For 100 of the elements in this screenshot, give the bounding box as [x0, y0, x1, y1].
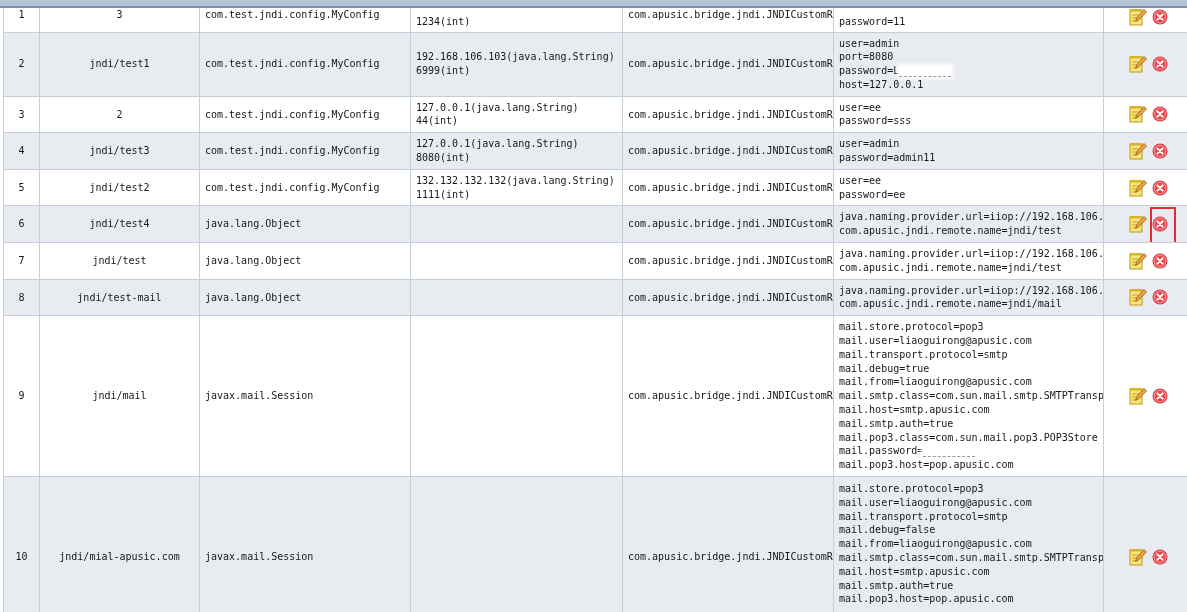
name-cell: jndi/test2	[39, 169, 200, 206]
property-line: mail.smtp.auth=true	[839, 417, 954, 429]
class-cell: java.lang.Object	[199, 242, 411, 280]
factory-cell: com.apusic.bridge.jndi.JNDICustomR	[622, 242, 834, 280]
value-line: 1111(int)	[416, 187, 472, 202]
name-cell: jndi/test	[39, 242, 200, 280]
property-line: user=ee	[839, 174, 882, 186]
class-cell: java.lang.Object	[199, 279, 411, 316]
class-cell: java.lang.Object	[199, 205, 411, 243]
property-line: password=sss	[839, 115, 912, 127]
property-line: mail.password=	[839, 445, 924, 457]
factory-cell: com.apusic.bridge.jndi.JNDICustomR	[622, 32, 834, 97]
property-line: mail.pop3.host=pop.apusic.com	[839, 593, 1014, 605]
notepad-pencil-icon[interactable]	[1129, 178, 1147, 197]
index-cell: 6	[3, 205, 40, 243]
property-line: user=ee	[839, 101, 882, 113]
value-line: 192.168.106.103(java.lang.String)	[416, 50, 616, 65]
property-line: mail.transport.protocol=smtp	[839, 510, 1008, 522]
property-line: mail.store.protocol=pop3	[839, 321, 984, 333]
index-cell: 5	[3, 169, 40, 206]
index-cell: 1	[3, 8, 40, 32]
value-line: 127.0.0.1(java.lang.String)	[416, 137, 580, 152]
notepad-pencil-icon[interactable]	[1129, 215, 1147, 234]
property-line: mail.user=liaoguirong@apusic.com	[839, 335, 1032, 347]
property-line: port=8080	[839, 51, 894, 63]
name-cell: 3	[39, 8, 200, 32]
x-circle-icon[interactable]	[1152, 216, 1168, 233]
property-line: mail.host=smtp.apusic.com	[839, 404, 990, 416]
value-line: 132.132.132.132(java.lang.String)	[416, 173, 616, 188]
value-line: 1234(int)	[416, 14, 472, 29]
notepad-pencil-icon[interactable]	[1129, 548, 1147, 566]
property-line: user=admin	[839, 138, 900, 150]
property-line: java.naming.provider.url=iiop://192.168.106.	[839, 211, 1103, 223]
x-circle-icon[interactable]	[1152, 252, 1168, 269]
factory-cell: com.apusic.bridge.jndi.JNDICustomR	[622, 315, 834, 477]
name-cell: jndi/test4	[39, 205, 200, 243]
property-line: mail.pop3.class=com.sun.mail.pop3.POP3Store	[839, 431, 1098, 443]
notepad-pencil-icon[interactable]	[1129, 387, 1147, 406]
value-line: 6999(int)	[416, 64, 472, 78]
name-cell: jndi/mail	[39, 315, 200, 477]
x-circle-icon[interactable]	[1152, 388, 1168, 405]
property-line: password=11	[839, 15, 906, 27]
x-circle-icon[interactable]	[1152, 9, 1168, 25]
index-cell: 3	[3, 96, 40, 133]
property-line: mail.debug=true	[839, 362, 930, 374]
notepad-pencil-icon[interactable]	[1129, 142, 1147, 161]
x-circle-icon[interactable]	[1152, 179, 1168, 196]
property-line: mail.transport.protocol=smtp	[839, 348, 1008, 360]
factory-cell: com.apusic.bridge.jndi.JNDICustomR	[622, 279, 834, 316]
factory-cell: com.apusic.bridge.jndi.JNDICustomR	[622, 205, 834, 243]
class-cell: com.test.jndi.config.MyConfig	[199, 169, 411, 206]
class-cell: com.test.jndi.config.MyConfig	[199, 8, 411, 32]
index-cell: 8	[3, 279, 40, 316]
property-line: com.apusic.jndi.remote.name=jndi/mail	[839, 298, 1062, 310]
factory-cell: com.apusic.bridge.jndi.JNDICustomR	[622, 132, 834, 170]
notepad-pencil-icon[interactable]	[1129, 105, 1147, 124]
index-cell: 2	[3, 32, 40, 97]
value-line: 127.0.0.1(java.lang.String)	[416, 100, 580, 115]
property-line: com.apusic.jndi.remote.name=jndi/test	[839, 225, 1062, 237]
notepad-pencil-icon[interactable]	[1129, 251, 1147, 270]
property-line: password=L	[839, 65, 900, 77]
property-line: mail.from=liaoguirong@apusic.com	[839, 538, 1032, 550]
index-cell: 7	[3, 242, 40, 280]
x-circle-icon[interactable]	[1152, 106, 1168, 123]
index-cell: 4	[3, 132, 40, 170]
index-cell: 10	[3, 476, 40, 612]
class-cell: javax.mail.Session	[199, 315, 411, 477]
notepad-pencil-icon[interactable]	[1129, 55, 1147, 74]
x-circle-icon[interactable]	[1152, 549, 1168, 565]
property-line: password=admin11	[839, 152, 936, 164]
property-line: mail.smtp.auth=true	[839, 579, 954, 591]
class-cell: com.test.jndi.config.MyConfig	[199, 32, 411, 97]
name-cell: jndi/test1	[39, 32, 200, 97]
factory-cell: com.apusic.bridge.jndi.JNDICustomR	[622, 169, 834, 206]
factory-cell: com.apusic.bridge.jndi.JNDICustomR	[622, 8, 834, 32]
property-line: java.naming.provider.url=iiop://192.168.106.	[839, 284, 1103, 296]
property-line: com.apusic.jndi.remote.name=jndi/test	[839, 261, 1062, 273]
value-line: 8080(int)	[416, 151, 472, 165]
value-line: 44(int)	[416, 114, 460, 129]
property-line: mail.debug=false	[839, 524, 936, 536]
index-cell: 9	[3, 315, 40, 477]
class-cell: com.test.jndi.config.MyConfig	[199, 96, 411, 133]
name-cell: jndi/test-mail	[39, 279, 200, 316]
property-line: mail.pop3.host=pop.apusic.com	[839, 459, 1014, 471]
property-line: mail.smtp.class=com.sun.mail.smtp.SMTPTransp	[839, 552, 1103, 563]
property-line: mail.host=smtp.apusic.com	[839, 565, 990, 577]
x-circle-icon[interactable]	[1152, 289, 1168, 306]
property-line: mail.store.protocol=pop3	[839, 483, 984, 494]
property-line: java.naming.provider.url=iiop://192.168.106.	[839, 248, 1103, 260]
property-line: user=admin	[839, 37, 900, 49]
name-cell: jndi/test3	[39, 132, 200, 170]
property-line: mail.smtp.class=com.sun.mail.smtp.SMTPTransp	[839, 390, 1103, 402]
property-line: password=ee	[839, 188, 906, 200]
notepad-pencil-icon[interactable]	[1129, 288, 1147, 307]
class-cell: com.test.jndi.config.MyConfig	[199, 132, 411, 170]
x-circle-icon[interactable]	[1152, 143, 1168, 160]
x-circle-icon[interactable]	[1152, 56, 1168, 73]
name-cell: 2	[39, 96, 200, 133]
property-line: host=127.0.0.1	[839, 78, 924, 90]
notepad-pencil-icon[interactable]	[1129, 8, 1147, 26]
